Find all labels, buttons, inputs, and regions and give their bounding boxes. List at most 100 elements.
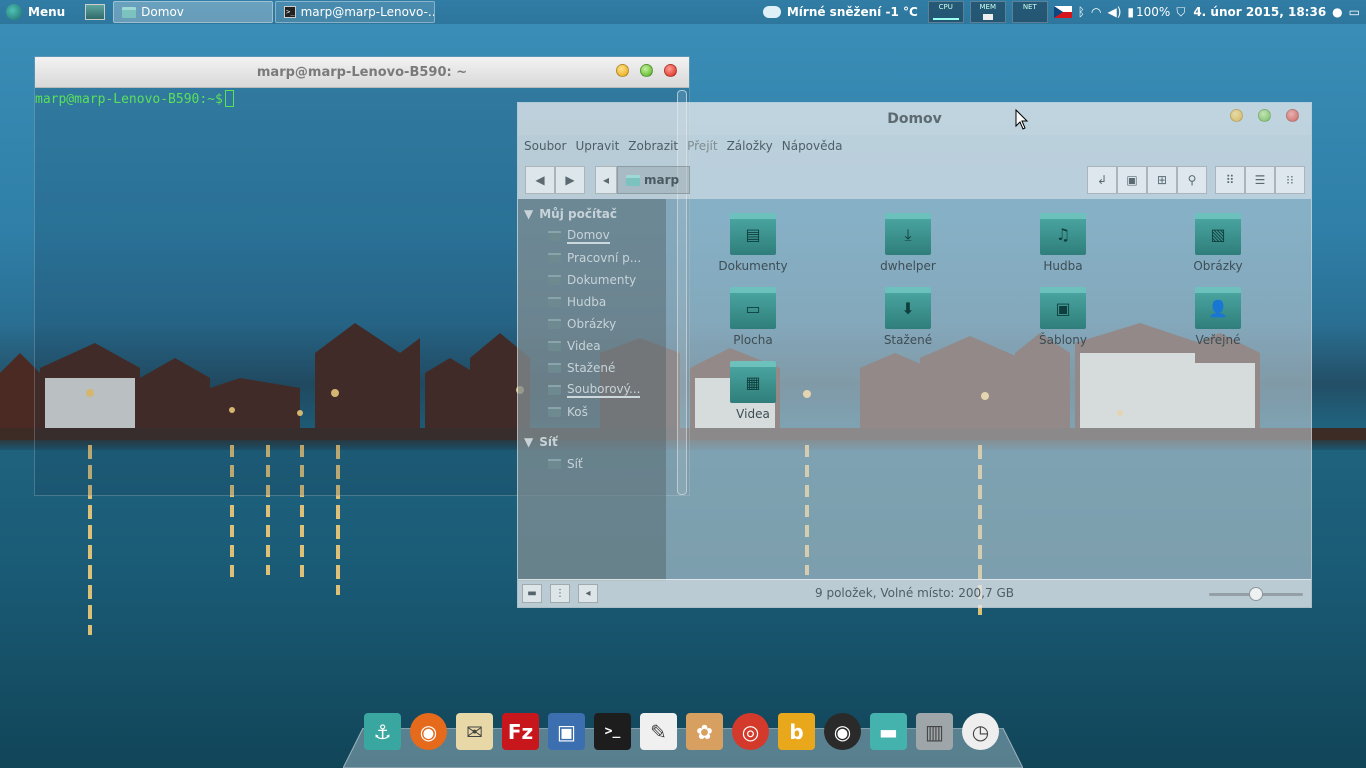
- mail-stamp-icon[interactable]: ✉: [456, 713, 493, 750]
- forward-button[interactable]: ▶: [555, 166, 585, 194]
- net-label: NET: [1022, 3, 1037, 11]
- file-item-label: Šablony: [1039, 333, 1087, 347]
- user-icon[interactable]: ●: [1332, 5, 1342, 19]
- file-item[interactable]: ▭ Plocha: [683, 287, 823, 347]
- folder-icon: [548, 297, 561, 307]
- file-item-label: Hudba: [1043, 259, 1083, 273]
- snow-cloud-icon: [762, 6, 781, 18]
- volume-icon[interactable]: ◀): [1107, 5, 1121, 19]
- sidebar-item-videos[interactable]: Videa: [518, 335, 666, 357]
- mem-monitor[interactable]: MEM: [969, 1, 1006, 23]
- net-monitor[interactable]: NET: [1011, 1, 1048, 23]
- sidebar-item-filesystem[interactable]: Souborový...: [518, 379, 666, 401]
- firefox-icon[interactable]: ◉: [410, 713, 447, 750]
- menu-button[interactable]: Menu: [0, 0, 71, 24]
- paint-palette-icon[interactable]: ✿: [686, 713, 723, 750]
- pictures-folder-icon: ▧: [1195, 213, 1241, 255]
- sidebar-item-downloads[interactable]: Stažené: [518, 357, 666, 379]
- file-item[interactable]: ♫ Hudba: [993, 213, 1133, 273]
- sidebar-item-domov[interactable]: Domov: [518, 225, 666, 247]
- new-folder-icon[interactable]: ⊞: [1147, 166, 1177, 194]
- sidebar-item-label: Obrázky: [567, 317, 617, 331]
- text-editor-icon[interactable]: ✎: [640, 713, 677, 750]
- sidebar-item-label: Stažené: [567, 361, 616, 375]
- file-item[interactable]: 👤 Veřejné: [1148, 287, 1288, 347]
- trash-icon[interactable]: ▥: [916, 713, 953, 750]
- menu-soubor[interactable]: Soubor: [524, 139, 566, 153]
- compact-view-button[interactable]: ⁝⁝: [1275, 166, 1305, 194]
- file-manager-toolbar: ◀ ▶ ◂ marp ↲ ▣ ⊞ ⚲ ⠿ ☰ ⁝⁝: [518, 157, 1311, 199]
- file-item[interactable]: ⤓ dwhelper: [838, 213, 978, 273]
- terminal-icon[interactable]: >_: [594, 713, 631, 750]
- sidebar-item-desktop[interactable]: Pracovní p...: [518, 247, 666, 269]
- file-manager-window[interactable]: Domov Soubor Upravit Zobrazit Přejít Zál…: [517, 102, 1312, 608]
- terminal-icon: >_: [284, 6, 296, 18]
- menu-prejit[interactable]: Přejít: [687, 139, 717, 153]
- taskbar-item-label: Domov: [141, 5, 184, 19]
- taskbar-item-terminal[interactable]: >_ marp@marp-Lenovo-...: [275, 1, 436, 23]
- dock: ⚓ ◉ ✉ Fz ▣ >_ ✎ ✿ ◎ b ◉ ▬ ▥ ◷: [364, 713, 999, 759]
- cpu-monitor[interactable]: CPU: [927, 1, 964, 23]
- terminal-titlebar[interactable]: marp@marp-Lenovo-B590: ~: [35, 57, 689, 88]
- show-desktop-tray-icon[interactable]: ▭: [1349, 5, 1360, 19]
- search-icon[interactable]: ⚲: [1177, 166, 1207, 194]
- minimize-button[interactable]: [616, 64, 629, 77]
- taskbar-item-domov[interactable]: Domov: [113, 1, 274, 23]
- file-manager-menubar: Soubor Upravit Zobrazit Přejít Záložky N…: [518, 135, 1311, 157]
- sidebar-item-label: Dokumenty: [567, 273, 637, 287]
- path-left-button[interactable]: ◂: [595, 166, 617, 194]
- list-view-button[interactable]: ☰: [1245, 166, 1275, 194]
- bittorrent-icon[interactable]: b: [778, 713, 815, 750]
- file-view[interactable]: ▤ Dokumenty ⤓ dwhelper ♫ Hudba ▧ Obrázky…: [666, 199, 1311, 581]
- keyboard-layout-flag-icon[interactable]: [1053, 6, 1072, 18]
- zoom-slider[interactable]: [1209, 587, 1303, 601]
- file-manager-titlebar[interactable]: Domov: [518, 103, 1311, 135]
- menu-zalozky[interactable]: Záložky: [727, 139, 773, 153]
- battery-indicator[interactable]: ▮ 100%: [1127, 5, 1170, 19]
- back-button[interactable]: ◀: [525, 166, 555, 194]
- bluetooth-icon[interactable]: ᛒ: [1078, 5, 1085, 19]
- file-item[interactable]: ▧ Obrázky: [1148, 213, 1288, 273]
- save-disk-icon[interactable]: ▣: [548, 713, 585, 750]
- update-shield-icon[interactable]: ⛉: [1176, 5, 1185, 20]
- sidebar-item-pictures[interactable]: Obrázky: [518, 313, 666, 335]
- sidebar-item-network[interactable]: Síť: [518, 453, 666, 475]
- folder-icon: [548, 319, 561, 329]
- icon-view-button[interactable]: ⠿: [1215, 166, 1245, 194]
- files-icon[interactable]: ▬: [870, 713, 907, 750]
- music-player-icon[interactable]: ◎: [732, 713, 769, 750]
- weather-applet[interactable]: Mírné sněžení -1 °C: [762, 5, 918, 19]
- camera-icon[interactable]: ◉: [824, 713, 861, 750]
- wifi-icon[interactable]: ◠: [1091, 5, 1101, 19]
- menu-napoveda[interactable]: Nápověda: [782, 139, 843, 153]
- toggle-location-icon[interactable]: ↲: [1087, 166, 1117, 194]
- mint-logo-icon: [6, 4, 22, 20]
- close-button[interactable]: [664, 64, 677, 77]
- minimize-button[interactable]: [1230, 109, 1243, 122]
- templates-folder-icon: ▣: [1040, 287, 1086, 329]
- open-terminal-icon[interactable]: ▣: [1117, 166, 1147, 194]
- file-item[interactable]: ▤ Dokumenty: [683, 213, 823, 273]
- menu-upravit[interactable]: Upravit: [575, 139, 619, 153]
- sidebar-item-label: Souborový...: [567, 382, 641, 398]
- maximize-button[interactable]: [1258, 109, 1271, 122]
- file-item[interactable]: ▣ Šablony: [993, 287, 1133, 347]
- show-desktop-icon[interactable]: [85, 4, 106, 20]
- filezilla-icon[interactable]: Fz: [502, 713, 539, 750]
- sidebar-section-network[interactable]: ▼ Síť: [518, 427, 666, 449]
- maximize-button[interactable]: [640, 64, 653, 77]
- sidebar-section-computer[interactable]: ▼ Můj počítač: [518, 199, 666, 221]
- sidebar-item-documents[interactable]: Dokumenty: [518, 269, 666, 291]
- file-item[interactable]: ▦ Videa: [683, 361, 823, 421]
- clock-icon[interactable]: ◷: [962, 713, 999, 750]
- zoom-slider-handle[interactable]: [1249, 587, 1263, 601]
- anchor-icon[interactable]: ⚓: [364, 713, 401, 750]
- menu-zobrazit[interactable]: Zobrazit: [628, 139, 678, 153]
- file-item[interactable]: ⬇ Stažené: [838, 287, 978, 347]
- sidebar-item-music[interactable]: Hudba: [518, 291, 666, 313]
- path-crumb-home[interactable]: marp: [617, 166, 691, 194]
- sidebar-item-trash[interactable]: Koš: [518, 401, 666, 423]
- clock[interactable]: 4. únor 2015, 18:36: [1193, 5, 1326, 19]
- network-icon: [548, 459, 561, 469]
- close-button[interactable]: [1286, 109, 1299, 122]
